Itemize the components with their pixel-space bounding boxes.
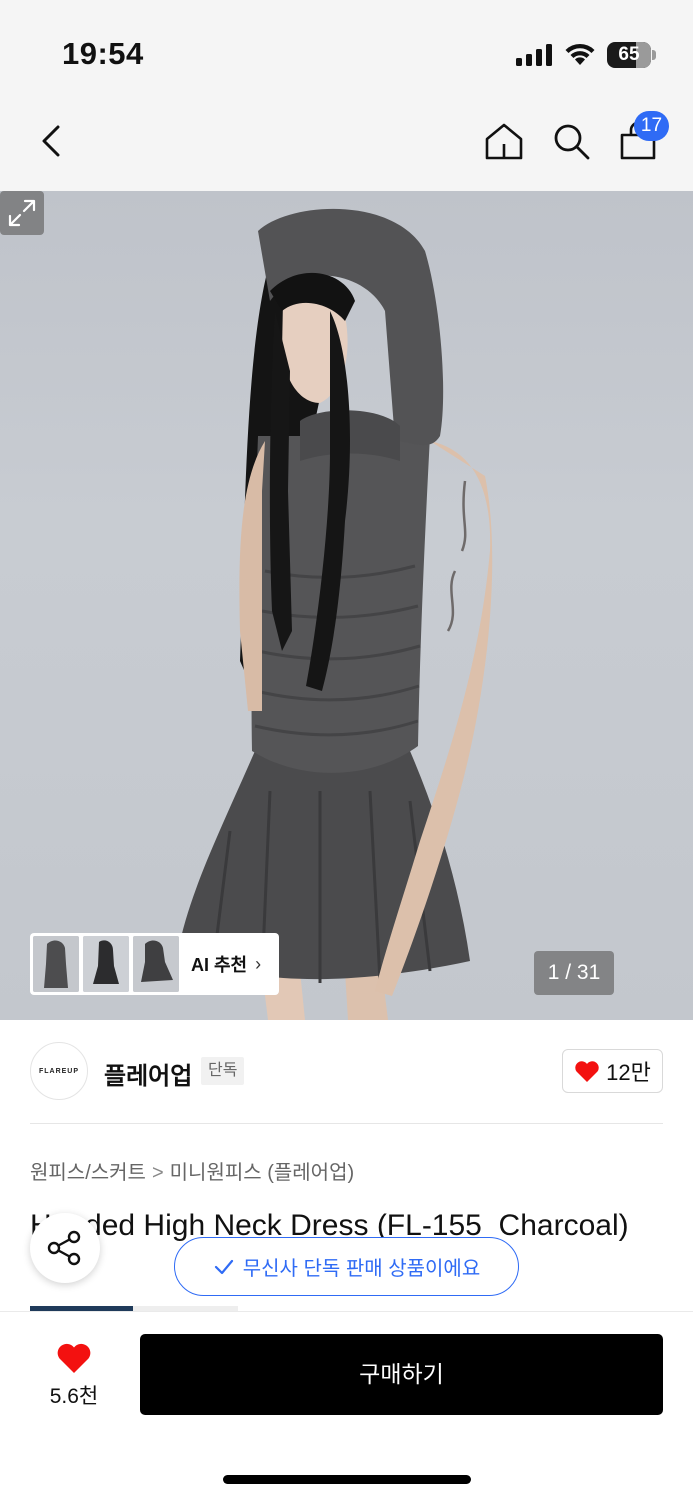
top-navigation-bar: 17 (0, 95, 693, 191)
breadcrumb-category[interactable]: 원피스/스커트 (30, 1162, 146, 1184)
breadcrumb: 원피스/스커트 > 미니원피스 (플레어업) (30, 1156, 354, 1185)
exclusive-toast: 무신사 단독 판매 상품이에요 (174, 1237, 519, 1296)
toast-text: 무신사 단독 판매 상품이에요 (242, 1258, 481, 1280)
home-icon[interactable] (484, 121, 524, 161)
ai-recommendation-button[interactable]: AI 추천 › (30, 933, 279, 995)
divider (30, 1123, 663, 1124)
exclusive-tag: 단독 (201, 1057, 245, 1085)
breadcrumb-separator: > (151, 1162, 164, 1184)
share-icon (47, 1230, 81, 1266)
status-time: 19:54 (62, 36, 144, 71)
breadcrumb-subcategory[interactable]: 미니원피스 (플레어업) (170, 1162, 354, 1184)
battery-level-text: 65 (618, 44, 640, 65)
ai-thumbnail-3 (133, 936, 179, 992)
search-icon[interactable] (551, 121, 591, 161)
share-button[interactable] (30, 1213, 100, 1283)
buy-button[interactable]: 구매하기 (140, 1334, 663, 1415)
brand-like-button[interactable]: 12만 (562, 1049, 663, 1093)
product-image-gallery[interactable]: AI 추천 › 1 / 31 (0, 191, 693, 1020)
brand-like-count: 12만 (606, 1060, 651, 1085)
battery-icon: 65 (607, 42, 656, 68)
ai-thumbnail-2 (83, 936, 129, 992)
status-bar: 19:54 65 (0, 0, 693, 95)
check-icon (214, 1259, 233, 1274)
wishlist-heart-icon[interactable] (56, 1342, 92, 1374)
back-arrow-icon[interactable] (36, 121, 70, 161)
image-page-counter: 1 / 31 (534, 951, 614, 995)
expand-fullscreen-icon[interactable] (0, 191, 44, 235)
chevron-right-icon: › (255, 953, 262, 974)
cart-count-badge: 17 (634, 111, 669, 141)
product-photo (178, 208, 493, 1020)
wifi-icon (565, 43, 595, 65)
ai-thumbnail-1 (33, 936, 79, 992)
wishlist-count: 5.6천 (49, 1385, 99, 1408)
ai-recommend-label: AI 추천 (191, 955, 248, 975)
brand-logo[interactable]: FLAREUP (30, 1042, 88, 1100)
brand-name[interactable]: 플레어업 (104, 1056, 192, 1091)
cellular-signal-icon (516, 44, 552, 66)
heart-icon (575, 1060, 599, 1082)
home-indicator[interactable] (223, 1475, 471, 1484)
